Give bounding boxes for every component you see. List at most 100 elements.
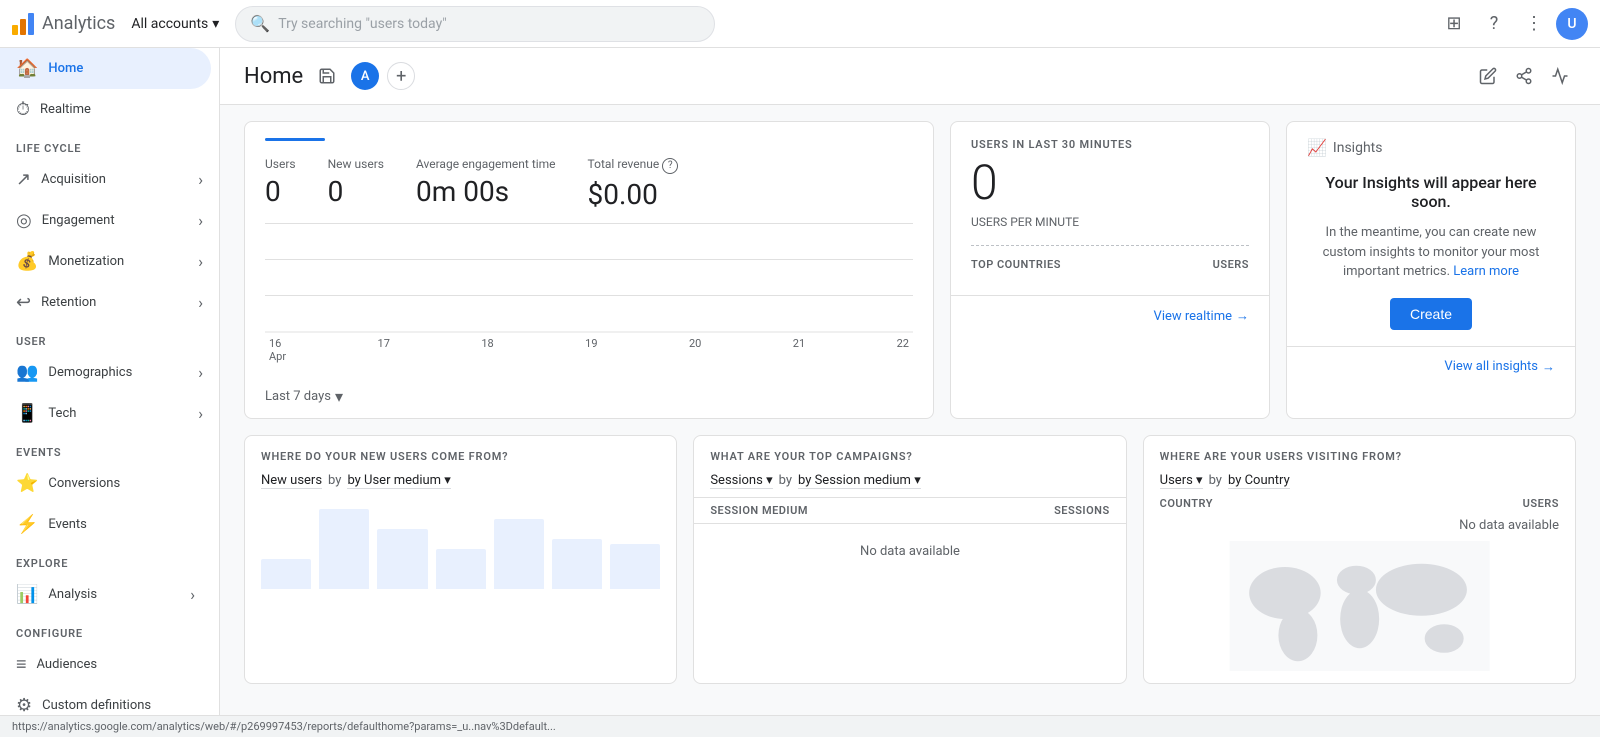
campaigns-table-header: SESSION MEDIUM SESSIONS	[694, 497, 1125, 524]
date-filter-label: Last 7 days	[265, 389, 331, 404]
new-users-dimension-control[interactable]: by User medium ▾	[347, 473, 450, 489]
more-options-icon[interactable]: ⋮	[1516, 6, 1552, 42]
bar-item	[436, 549, 486, 589]
bar-item	[552, 539, 602, 589]
conversions-icon: ⭐	[16, 473, 38, 494]
sidebar-realtime-label: Realtime	[40, 102, 91, 117]
sidebar-tech-label: Tech	[48, 406, 76, 421]
geo-title: WHERE ARE YOUR USERS VISITING FROM?	[1160, 450, 1559, 463]
chart-labels: 16Apr 17 18 19 20 21 22	[265, 337, 913, 363]
insights-card: 📈 Insights Your Insights will appear her…	[1286, 121, 1576, 419]
sidebar-item-demographics[interactable]: 👥 Demographics ›	[0, 352, 219, 393]
sidebar-analysis-label: Analysis	[48, 587, 97, 602]
logo: Analytics	[12, 13, 115, 35]
retention-icon: ↩	[16, 292, 31, 313]
sidebar-retention-label: Retention	[41, 295, 96, 310]
monetization-icon: 💰	[16, 251, 38, 272]
chevron-right-icon4: ›	[198, 293, 203, 312]
new-users-controls: New users by by User medium ▾	[261, 473, 660, 489]
sidebar-item-realtime[interactable]: ⏱ Realtime	[0, 89, 211, 130]
sidebar-item-tech[interactable]: 📱 Tech ›	[0, 393, 219, 434]
sidebar-item-engagement[interactable]: ◎ Engagement ›	[0, 200, 219, 241]
campaigns-metric-control[interactable]: Sessions ▾	[710, 473, 772, 489]
geo-dimension-control[interactable]: by Country	[1228, 473, 1290, 489]
info-icon[interactable]: ?	[662, 158, 678, 174]
save-report-icon[interactable]	[311, 60, 343, 92]
view-realtime-link[interactable]: View realtime →	[971, 308, 1249, 324]
dropdown-icon: ▾	[444, 473, 451, 488]
tech-icon: 📱	[16, 403, 38, 424]
arrow-right-icon: →	[1236, 308, 1249, 324]
new-users-metric-control[interactable]: New users	[261, 473, 322, 489]
new-users-card: WHERE DO YOUR NEW USERS COME FROM? New u…	[244, 435, 677, 684]
campaigns-dimension-control[interactable]: by Session medium ▾	[798, 473, 921, 489]
geo-card: WHERE ARE YOUR USERS VISITING FROM? User…	[1143, 435, 1576, 684]
help-icon[interactable]: ?	[1476, 6, 1512, 42]
status-url: https://analytics.google.com/analytics/w…	[12, 720, 556, 733]
sidebar-item-monetization[interactable]: 💰 Monetization ›	[0, 241, 219, 282]
total-revenue-value: $0.00	[588, 178, 679, 211]
sidebar-item-analysis[interactable]: 📊 Analysis ›	[0, 574, 211, 615]
learn-more-link[interactable]: Learn more	[1453, 264, 1519, 279]
stats-metrics: Users 0 New users 0 Average engagement t…	[265, 157, 913, 211]
geo-metric-control[interactable]: Users ▾	[1160, 473, 1203, 489]
add-property-button[interactable]: +	[387, 62, 415, 90]
chevron-right-icon6: ›	[198, 404, 203, 423]
geo-controls: Users ▾ by by Country	[1160, 473, 1559, 489]
dropdown-icon3: ▾	[914, 473, 921, 488]
sidebar-events-label: Events	[48, 517, 86, 532]
lifecycle-section-label: LIFE CYCLE	[0, 130, 219, 159]
avg-engagement-metric: Average engagement time 0m 00s	[416, 157, 556, 211]
topbar: Analytics All accounts ▾ 🔍 Try searching…	[0, 0, 1600, 48]
chart-area: 16Apr 17 18 19 20 21 22	[265, 223, 913, 363]
page-header-left: Home A +	[244, 60, 415, 92]
account-badge: A	[351, 62, 379, 90]
acquisition-icon: ↗	[16, 169, 31, 190]
new-users-bar-chart	[245, 497, 676, 597]
stats-card: Users 0 New users 0 Average engagement t…	[244, 121, 934, 419]
view-all-insights-link[interactable]: View all insights →	[1444, 359, 1555, 375]
new-users-title: WHERE DO YOUR NEW USERS COME FROM?	[261, 450, 660, 463]
sidebar-item-acquisition[interactable]: ↗ Acquisition ›	[0, 159, 219, 200]
edit-icon[interactable]	[1472, 60, 1504, 92]
geo-map-area: COUNTRY USERS No data available	[1160, 497, 1559, 675]
campaigns-card: WHAT ARE YOUR TOP CAMPAIGNS? Sessions ▾ …	[693, 435, 1126, 684]
compare-icon[interactable]	[1544, 60, 1576, 92]
insights-title: Insights	[1333, 140, 1383, 156]
events-icon: ⚡	[16, 514, 38, 535]
avatar[interactable]: U	[1556, 8, 1588, 40]
search-icon: 🔍	[250, 14, 270, 33]
top-countries-label: TOP COUNTRIES	[971, 258, 1061, 271]
realtime-divider	[971, 245, 1249, 246]
apps-icon[interactable]: ⊞	[1436, 6, 1472, 42]
chevron-right-icon5: ›	[198, 363, 203, 382]
new-users-value: 0	[328, 175, 384, 208]
bar-item	[494, 519, 544, 589]
demographics-icon: 👥	[16, 362, 38, 383]
session-medium-col: SESSION MEDIUM	[710, 504, 808, 517]
page-header-actions	[1472, 60, 1576, 92]
insights-sparkline-icon: 📈	[1307, 138, 1327, 157]
date-filter[interactable]: Last 7 days ▾	[245, 379, 933, 418]
sidebar-item-home[interactable]: 🏠 Home	[0, 48, 211, 89]
stats-top-bar	[265, 138, 325, 141]
chevron-right-icon7: ›	[190, 585, 195, 604]
main-content: Home A +	[220, 48, 1600, 737]
sidebar-item-retention[interactable]: ↩ Retention ›	[0, 282, 219, 323]
sidebar-conversions-label: Conversions	[48, 476, 120, 491]
bottom-section: WHERE DO YOUR NEW USERS COME FROM? New u…	[220, 419, 1600, 700]
country-col: COUNTRY	[1160, 497, 1213, 510]
analysis-icon: 📊	[16, 584, 38, 605]
app-title: Analytics	[42, 13, 115, 34]
account-selector[interactable]: All accounts ▾	[123, 12, 227, 36]
sidebar-item-events[interactable]: ⚡ Events	[0, 504, 211, 545]
geo-no-data: No data available	[1160, 518, 1559, 533]
bar-item	[377, 529, 427, 589]
sidebar-item-conversions[interactable]: ⭐ Conversions	[0, 463, 211, 504]
sidebar-item-audiences[interactable]: ≡ Audiences	[0, 644, 211, 685]
search-bar[interactable]: 🔍 Try searching "users today"	[235, 6, 715, 42]
bar-item	[261, 559, 311, 589]
share-icon[interactable]	[1508, 60, 1540, 92]
engagement-icon: ◎	[16, 210, 32, 231]
create-button[interactable]: Create	[1390, 298, 1472, 330]
